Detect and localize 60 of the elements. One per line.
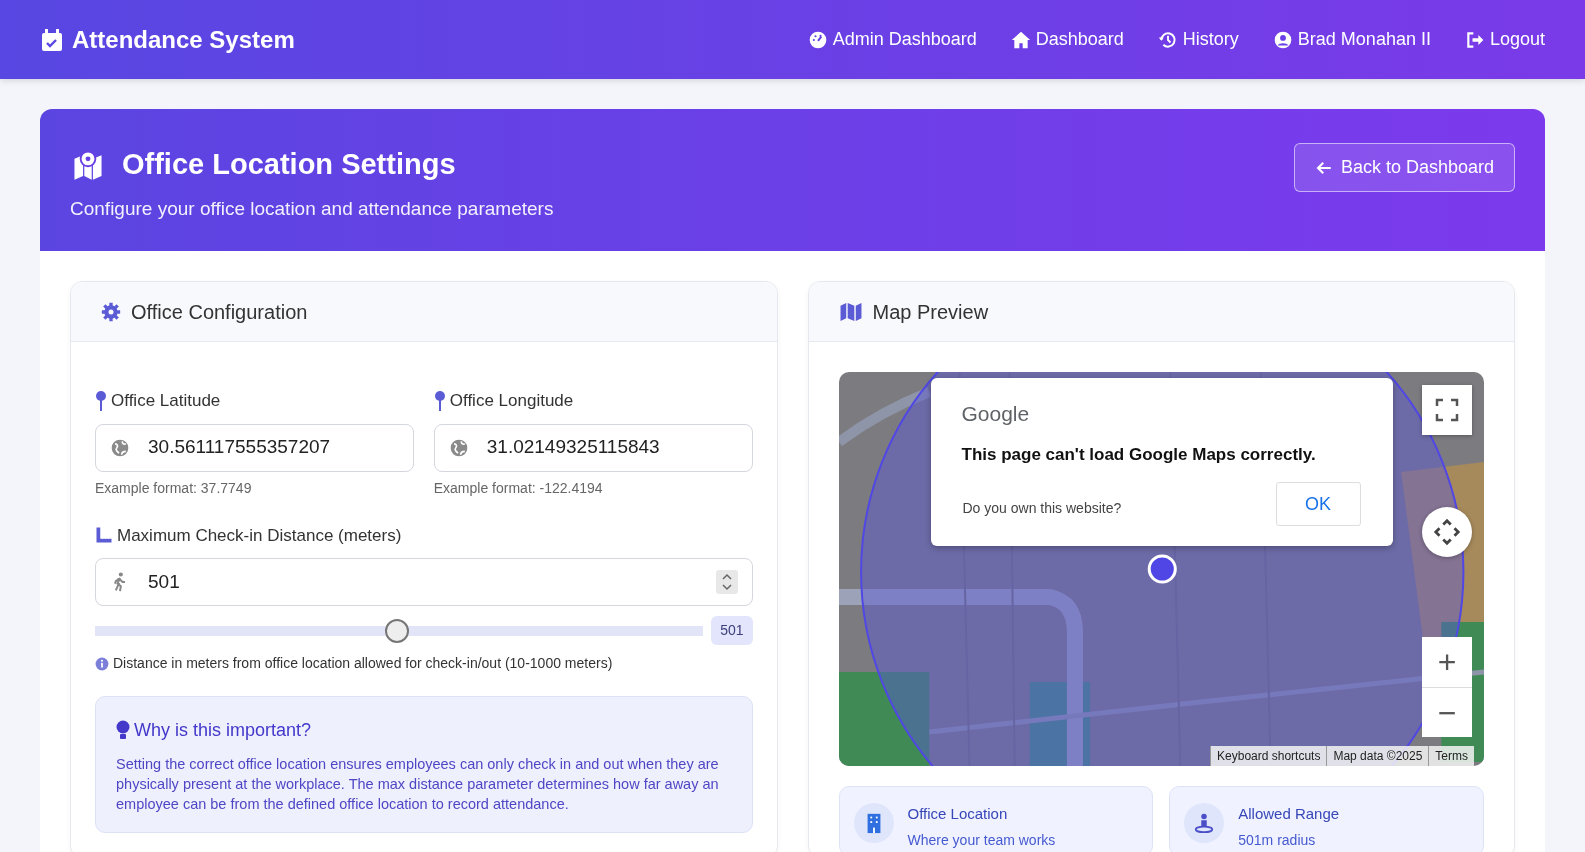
field-label: Maximum Check-in Distance (meters)	[117, 524, 402, 547]
nav-link[interactable]: Admin Dashboard	[807, 26, 977, 53]
back-to-dashboard-button[interactable]: Back to Dashboard	[1293, 143, 1515, 192]
card-title: Map Preview	[872, 299, 989, 325]
folded-map-icon	[838, 301, 863, 322]
ok-button[interactable]: OK	[1275, 482, 1361, 526]
ruler-icon	[95, 526, 113, 545]
pin-icon	[95, 389, 107, 412]
dialog-logo-text: Google	[961, 401, 1030, 427]
info-paragraph: Setting the correct office location ensures employees can only check in and out when they are physically present at the workplace. The max distance parameter determines how far away an employee can be from the defined office location to record attendance.	[116, 755, 720, 814]
person-radius-icon	[1193, 812, 1216, 834]
field-label: Office Longitude	[449, 390, 574, 412]
coordinate-field[interactable]: 30.561117555357207	[95, 423, 414, 472]
info-card-subtitle: Where your team works	[907, 830, 1056, 850]
field-label: Office Latitude	[111, 390, 221, 412]
error-message: This page can't load Google Maps correctly.	[961, 444, 1316, 466]
zoom-out-button[interactable]: −	[1422, 687, 1472, 737]
info-title: Why is this important?	[134, 719, 312, 742]
history-icon	[1157, 29, 1178, 50]
zoom-in-button[interactable]: +	[1422, 637, 1472, 687]
dialog-question: Do you own this website?	[962, 499, 1122, 518]
coordinate-field[interactable]: 31.02149325115843	[433, 423, 753, 472]
page-subtitle: Configure your office location and attendance parameters	[70, 196, 554, 221]
info-card-subtitle: 501m radius	[1238, 830, 1317, 850]
lightbulb-icon	[116, 719, 130, 742]
nav-link[interactable]: Logout	[1464, 26, 1545, 53]
map-attribution-link[interactable]: Map data ©2025	[1326, 746, 1429, 766]
fullscreen-button[interactable]	[1422, 385, 1472, 435]
map-attribution-link[interactable]: Terms	[1428, 746, 1474, 766]
user-icon	[1272, 29, 1293, 50]
nav-link[interactable]: Dashboard	[1010, 26, 1124, 53]
help-text: Example format: -122.4194	[433, 478, 604, 498]
coordinate-input[interactable]: 31.02149325115843	[484, 432, 738, 463]
nav-link[interactable]: History	[1157, 26, 1239, 53]
value-badge: 501	[711, 616, 753, 645]
info-card-title: Office Location	[907, 804, 1009, 824]
logout-icon	[1464, 29, 1485, 50]
help-text: Distance in meters from office location allowed for check-in/out (10-1000 meters)	[113, 654, 613, 673]
move-arrows-icon	[1432, 517, 1462, 547]
fullscreen-icon	[1435, 398, 1459, 422]
map-attribution-link[interactable]: Keyboard shortcuts	[1210, 746, 1327, 766]
info-card-title: Allowed Range	[1238, 804, 1340, 824]
coordinate-input[interactable]: 30.561117555357207	[146, 432, 399, 463]
info-icon	[95, 656, 109, 671]
home-icon	[1010, 29, 1031, 50]
page-title: Office Location Settings	[122, 147, 456, 182]
distance-input[interactable]: 501	[146, 566, 700, 598]
card-title: Office Configuration	[131, 299, 308, 325]
globe-icon	[448, 437, 469, 458]
gauge-icon	[807, 29, 828, 50]
pin-icon	[433, 389, 446, 412]
globe-icon	[110, 437, 130, 458]
nav-link[interactable]: Brad Monahan II	[1272, 26, 1431, 53]
slider-thumb[interactable]	[384, 618, 409, 643]
brand-title[interactable]: Attendance System	[72, 21, 295, 58]
calendar-check-icon	[40, 26, 64, 53]
help-text: Example format: 37.7749	[95, 478, 253, 498]
spinner-arrows-icon	[715, 570, 738, 594]
gear-icon	[101, 301, 121, 322]
distance-field[interactable]: 501	[95, 558, 753, 606]
